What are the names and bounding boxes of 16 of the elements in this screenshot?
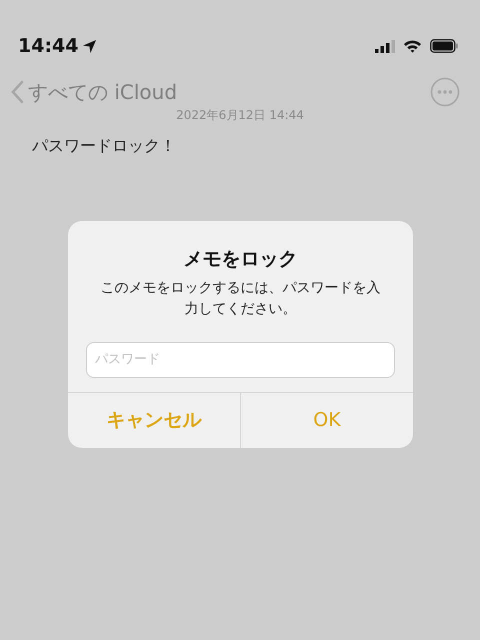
clock-time: 14:44 bbox=[18, 34, 78, 59]
back-link[interactable]: すべての iCloud bbox=[10, 77, 178, 107]
signal-icon bbox=[375, 40, 395, 52]
dialog-title: メモをロック bbox=[182, 247, 298, 272]
chevron-left-icon bbox=[10, 80, 24, 104]
more-icon[interactable] bbox=[430, 77, 460, 107]
note-date: 2022年6月12日 14:44 bbox=[175, 107, 305, 124]
note-text: パスワードロック！ bbox=[31, 135, 177, 157]
cancel-button[interactable]: キャンセル bbox=[68, 392, 240, 448]
back-label: すべての iCloud bbox=[28, 79, 178, 106]
location-arrow-icon bbox=[82, 38, 98, 54]
battery-icon bbox=[430, 39, 458, 53]
password-field[interactable]: パスワード bbox=[86, 342, 395, 378]
dialog-message: このメモをロックするには、パスワードを入力してください。 bbox=[100, 278, 382, 318]
wifi-icon bbox=[403, 39, 422, 53]
ok-button[interactable]: OK bbox=[240, 392, 413, 448]
